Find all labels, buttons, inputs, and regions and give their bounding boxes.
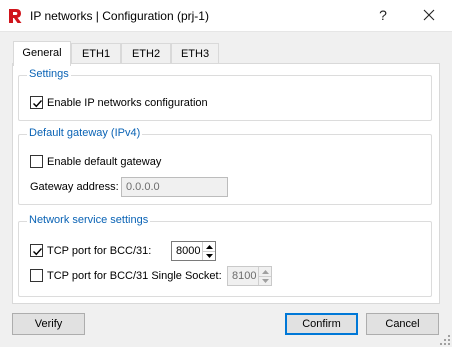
window-title: IP networks | Configuration (prj-1) [30,9,209,23]
gateway-address-input[interactable] [121,177,228,197]
tcp-port-value: 8000 [176,245,201,257]
arrow-up-icon [261,269,269,274]
enable-ip-checkbox[interactable]: Enable IP networks configuration [30,96,208,109]
tab-general-label: General [22,47,62,59]
tab-eth2-label: ETH2 [131,48,161,60]
tab-eth1[interactable]: ETH1 [71,43,121,65]
enable-gateway-label: Enable default gateway [47,155,162,168]
spin-up-button[interactable] [203,242,215,251]
close-icon [423,9,435,21]
spin-up-button[interactable] [259,267,271,276]
tcp-port-label: TCP port for BCC/31: [47,244,152,257]
enable-ip-label: Enable IP networks configuration [47,96,208,109]
settings-group: Settings Enable IP networks configuratio… [18,68,432,121]
close-button[interactable] [418,4,440,26]
tcp-single-socket-value: 8100 [232,270,257,282]
network-service-group: Network service settings TCP port for BC… [18,214,432,297]
arrow-down-icon [205,254,213,258]
tcp-port-checkbox[interactable]: TCP port for BCC/31: [30,244,151,257]
default-gateway-group: Default gateway (IPv4) Enable default ga… [18,127,432,205]
spin-down-button[interactable] [203,251,215,260]
arrow-up-icon [205,244,213,249]
arrow-down-icon [261,279,269,283]
title-bar: IP networks | Configuration (prj-1) ? [0,0,452,32]
checkbox-checked-icon [30,244,43,257]
tab-eth3-label: ETH3 [180,48,210,60]
tab-panel-general: Settings Enable IP networks configuratio… [12,63,440,304]
verify-button[interactable]: Verify [12,313,85,335]
tcp-port-spinner[interactable]: 8000 [171,241,216,261]
help-button[interactable]: ? [372,4,394,26]
checkbox-unchecked-icon [30,269,43,282]
tab-eth3[interactable]: ETH3 [171,43,219,65]
tab-general[interactable]: General [13,41,71,66]
checkbox-unchecked-icon [30,155,43,168]
tcp-single-socket-spinner[interactable]: 8100 [227,266,272,286]
confirm-button[interactable]: Confirm [285,313,358,335]
network-service-legend: Network service settings [27,214,151,226]
tcp-single-socket-checkbox[interactable]: TCP port for BCC/31 Single Socket: [30,269,222,282]
default-gateway-legend: Default gateway (IPv4) [27,127,143,139]
gateway-address-label: Gateway address: [30,181,119,193]
tab-eth2[interactable]: ETH2 [121,43,171,65]
enable-gateway-checkbox[interactable]: Enable default gateway [30,155,161,168]
r-logo-icon [9,9,22,23]
settings-legend: Settings [27,68,71,80]
checkbox-checked-icon [30,96,43,109]
cancel-button[interactable]: Cancel [366,313,439,335]
resize-grip-icon[interactable] [440,335,450,345]
tab-eth1-label: ETH1 [81,48,111,60]
spin-down-button[interactable] [259,276,271,285]
tcp-single-socket-label: TCP port for BCC/31 Single Socket: [47,269,222,282]
